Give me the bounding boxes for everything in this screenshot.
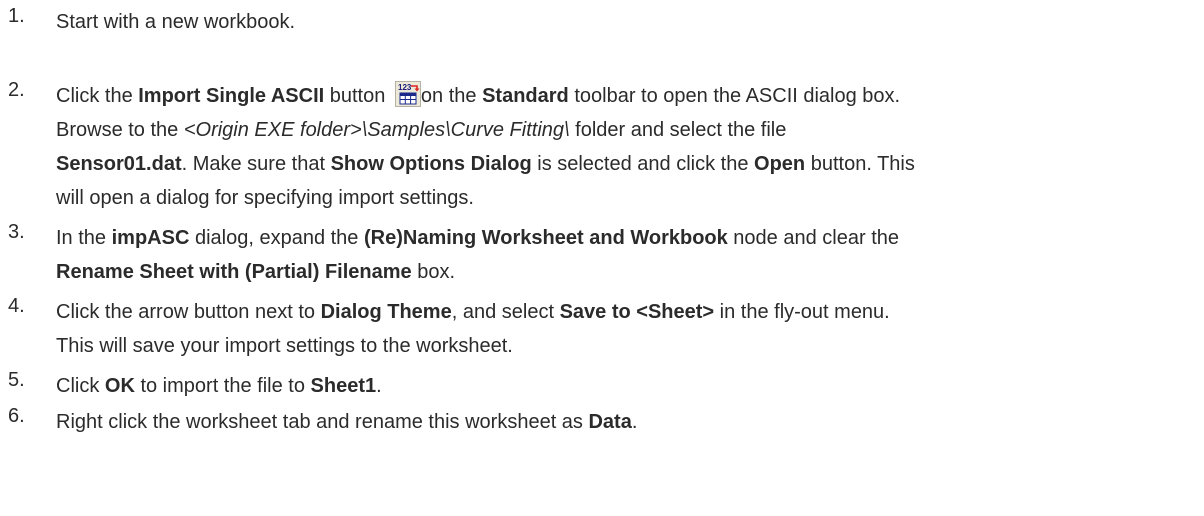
step-text: In the impASC dialog, expand the (Re)Nam… bbox=[56, 221, 1204, 289]
step-line: Click OK to import the file to Sheet1. bbox=[56, 369, 1204, 403]
text-run: folder and select the file bbox=[569, 119, 787, 141]
import-single-ascii-icon[interactable]: 123 bbox=[394, 81, 421, 107]
step-line: Browse to the <Origin EXE folder>\Sample… bbox=[56, 113, 1204, 147]
ui-term: Import Single ASCII bbox=[138, 85, 325, 107]
step-line: will open a dialog for specifying import… bbox=[56, 181, 1204, 215]
step-line: Right click the worksheet tab and rename… bbox=[56, 405, 1204, 439]
text-run: is selected and click the bbox=[531, 153, 755, 175]
text-run: This will save your import settings to t… bbox=[56, 335, 513, 357]
svg-text:123: 123 bbox=[398, 83, 412, 92]
step-number: 4. bbox=[8, 295, 25, 317]
step-line: In the impASC dialog, expand the (Re)Nam… bbox=[56, 221, 1204, 255]
step-text: Right click the worksheet tab and rename… bbox=[56, 405, 1204, 439]
step-text: Start with a new workbook. bbox=[56, 5, 1204, 39]
ui-term: Save to <Sheet> bbox=[559, 301, 715, 323]
text-run: in the fly-out menu. bbox=[714, 301, 890, 323]
text-run: on the bbox=[420, 85, 483, 107]
ui-term: OK bbox=[104, 375, 135, 397]
ui-term: Open bbox=[754, 153, 806, 175]
step-line: Click the arrow button next to Dialog Th… bbox=[56, 295, 1204, 329]
text-run: Right click the worksheet tab and rename… bbox=[56, 411, 589, 433]
text-run: Browse to the bbox=[56, 119, 184, 141]
text-run: Click bbox=[56, 375, 105, 397]
text-run: . Make sure that bbox=[181, 153, 331, 175]
text-run: . bbox=[376, 375, 382, 397]
step-number: 2. bbox=[8, 79, 25, 101]
text-run: dialog, expand the bbox=[189, 227, 364, 249]
text-run: toolbar to open the ASCII dialog box. bbox=[568, 85, 901, 107]
ui-term: impASC bbox=[111, 227, 190, 249]
text-run: . bbox=[631, 411, 638, 433]
text-run: button bbox=[324, 85, 391, 107]
text-run: to import the file to bbox=[134, 375, 311, 397]
ui-term: Standard bbox=[482, 85, 569, 107]
step-text: Click the Import Single ASCII button 123… bbox=[56, 79, 1204, 215]
text-run: In the bbox=[56, 227, 112, 249]
instruction-steps: 1. Start with a new workbook. 2. Click the… bbox=[0, 0, 1204, 516]
ui-term: Data bbox=[588, 411, 632, 433]
step-line: This will save your import settings to t… bbox=[56, 329, 1204, 363]
step-line: Click the Import Single ASCII button 123… bbox=[56, 79, 1204, 113]
ui-term: Show Options Dialog bbox=[330, 153, 532, 175]
step-line: Rename Sheet with (Partial) Filename box… bbox=[56, 255, 1204, 289]
path-text: <Origin EXE folder>\Samples\Curve Fittin… bbox=[183, 119, 570, 141]
text-run: Click the arrow button next to bbox=[56, 301, 321, 323]
step-number: 3. bbox=[8, 221, 25, 243]
step-text: Click OK to import the file to Sheet1. bbox=[56, 369, 1204, 403]
text-run: node and clear the bbox=[727, 227, 899, 249]
ui-term: Sheet1 bbox=[310, 375, 377, 397]
ui-term: Dialog Theme bbox=[320, 301, 452, 323]
ui-term: Rename Sheet with (Partial) Filename bbox=[56, 261, 412, 283]
text-run: Start with a new workbook. bbox=[56, 11, 295, 33]
step-text: Click the arrow button next to Dialog Th… bbox=[56, 295, 1204, 363]
text-run: Click the bbox=[56, 85, 139, 107]
text-run: box. bbox=[411, 261, 456, 283]
text-run: button. This bbox=[805, 153, 915, 175]
step-number: 1. bbox=[8, 5, 25, 27]
ui-term: Sensor01.dat bbox=[56, 153, 182, 175]
step-number: 6. bbox=[8, 405, 25, 427]
step-line: Sensor01.dat. Make sure that Show Option… bbox=[56, 147, 1204, 181]
step-number: 5. bbox=[8, 369, 25, 391]
text-run: , and select bbox=[451, 301, 560, 323]
ui-term: (Re)Naming Worksheet and Workbook bbox=[364, 227, 728, 249]
text-run: will open a dialog for specifying import… bbox=[56, 187, 474, 209]
step-line: Start with a new workbook. bbox=[56, 5, 1204, 39]
